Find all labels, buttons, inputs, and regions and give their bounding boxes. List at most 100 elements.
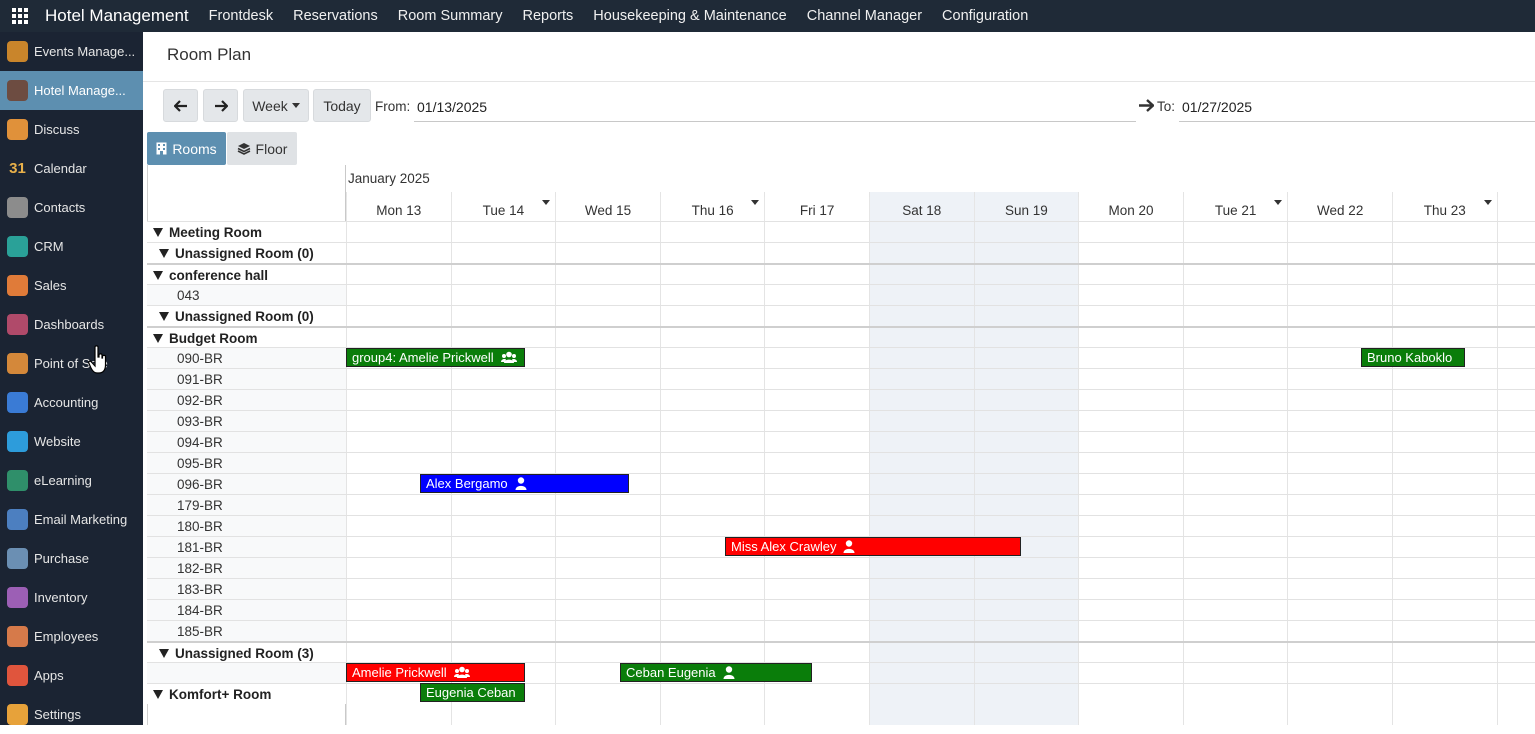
reservation-bar[interactable]: Eugenia Ceban (420, 683, 525, 702)
previous-button[interactable] (163, 89, 198, 122)
sidebar-item-label: Employees (34, 629, 99, 644)
room-group-label[interactable]: Meeting Room (147, 222, 346, 242)
caret-down-icon[interactable] (1483, 200, 1492, 205)
reservation-bar[interactable]: group4: Amelie Prickwell (346, 348, 525, 367)
room-row: 184-BR (147, 599, 1535, 620)
day-header[interactable]: Thu 16 (659, 197, 765, 221)
reservation-bar[interactable]: Bruno Kaboklo (1361, 348, 1465, 367)
collapse-triangle-icon[interactable] (159, 648, 169, 658)
sidebar-item-10[interactable]: Website (0, 422, 143, 461)
room-group-label[interactable]: Unassigned Room (0) (147, 243, 346, 263)
day-header[interactable]: Tue 21 (1182, 197, 1288, 221)
sidebar-item-label: Website (34, 434, 81, 449)
main-content: Room Plan Week Today From: 01/13/2025 To… (143, 32, 1535, 725)
app-icon (7, 587, 28, 608)
day-header[interactable]: Mon 20 (1078, 197, 1183, 221)
sidebar-item-9[interactable]: Accounting (0, 383, 143, 422)
caret-down-icon[interactable] (751, 200, 760, 205)
sidebar-item-label: Purchase (34, 551, 89, 566)
row-label-text: 181-BR (177, 539, 223, 555)
sidebar-item-1[interactable]: Hotel Manage... (0, 71, 143, 110)
today-button[interactable]: Today (313, 89, 371, 122)
sidebar-item-6[interactable]: Sales (0, 266, 143, 305)
menu-reservations[interactable]: Reservations (293, 8, 378, 24)
room-row: 043 (147, 284, 1535, 305)
row-label-text: 043 (177, 287, 200, 303)
row-label-text: 180-BR (177, 518, 223, 534)
room-row: 182-BR (147, 557, 1535, 578)
from-date-input[interactable]: 01/13/2025 (414, 92, 1136, 122)
sidebar-item-0[interactable]: Events Manage... (0, 32, 143, 71)
sidebar-item-14[interactable]: Inventory (0, 578, 143, 617)
sidebar-item-7[interactable]: Dashboards (0, 305, 143, 344)
sidebar-item-3[interactable]: 31 Calendar (0, 149, 143, 188)
day-header[interactable]: Sat 18 (869, 197, 974, 221)
menu-reports[interactable]: Reports (523, 8, 574, 24)
room-label: 093-BR (147, 411, 346, 431)
sidebar-item-5[interactable]: CRM (0, 227, 143, 266)
row-label-text: Meeting Room (169, 224, 262, 240)
day-header[interactable]: Tue 14 (450, 197, 556, 221)
sidebar-item-15[interactable]: Employees (0, 617, 143, 656)
caret-down-icon[interactable] (1274, 200, 1283, 205)
arrow-right-icon (214, 99, 228, 112)
app-brand[interactable]: Hotel Management (45, 6, 189, 26)
room-row: 185-BR (147, 620, 1535, 641)
sidebar-item-11[interactable]: eLearning (0, 461, 143, 500)
top-menu: Frontdesk Reservations Room Summary Repo… (209, 8, 1049, 24)
sidebar-item-17[interactable]: Settings (0, 695, 143, 734)
room-label: 043 (147, 285, 346, 305)
next-button[interactable] (203, 89, 238, 122)
room-label: 096-BR (147, 474, 346, 494)
reservation-bar[interactable]: Alex Bergamo (420, 474, 629, 493)
day-header[interactable]: Sun 19 (973, 197, 1079, 221)
tab-floor[interactable]: Floor (227, 132, 297, 165)
sidebar-item-12[interactable]: Email Marketing (0, 500, 143, 539)
room-group-label[interactable]: Unassigned Room (0) (147, 306, 346, 326)
collapse-triangle-icon[interactable] (153, 227, 163, 237)
day-header[interactable]: Mon 13 (346, 197, 451, 221)
collapse-triangle-icon[interactable] (153, 333, 163, 343)
room-group-label[interactable]: Komfort+ Room (147, 684, 346, 704)
reservation-name: Alex Bergamo (426, 476, 508, 491)
menu-configuration[interactable]: Configuration (942, 8, 1028, 24)
menu-frontdesk[interactable]: Frontdesk (209, 8, 273, 24)
menu-room-summary[interactable]: Room Summary (398, 8, 503, 24)
row-label-text: 096-BR (177, 476, 223, 492)
reservation-bar[interactable]: Amelie Prickwell (346, 663, 525, 682)
sidebar-item-4[interactable]: Contacts (0, 188, 143, 227)
collapse-triangle-icon[interactable] (159, 311, 169, 321)
app-menu-icon[interactable] (0, 0, 40, 32)
day-header[interactable]: Thu 23 (1392, 197, 1497, 221)
day-header[interactable]: F (1496, 197, 1535, 221)
day-header[interactable]: Fri 17 (764, 197, 869, 221)
app-icon (7, 41, 28, 62)
collapse-triangle-icon[interactable] (159, 248, 169, 258)
sidebar-item-2[interactable]: Discuss (0, 110, 143, 149)
reservation-bar[interactable]: Ceban Eugenia (620, 663, 812, 682)
sidebar-item-8[interactable]: Point of Sale (0, 344, 143, 383)
reservation-name: Amelie Prickwell (352, 665, 447, 680)
room-group-label[interactable]: Unassigned Room (3) (147, 643, 346, 663)
tab-rooms[interactable]: Rooms (147, 132, 226, 165)
user-icon (723, 666, 735, 679)
day-header[interactable]: Wed 22 (1287, 197, 1392, 221)
room-label: 184-BR (147, 600, 346, 620)
month-label: January 2025 (348, 171, 430, 186)
menu-channel-manager[interactable]: Channel Manager (807, 8, 922, 24)
collapse-triangle-icon[interactable] (153, 270, 163, 280)
collapse-triangle-icon[interactable] (153, 689, 163, 699)
top-navbar: Hotel Management Frontdesk Reservations … (0, 0, 1535, 32)
room-group-row: Meeting Room (147, 221, 1535, 242)
room-group-label[interactable]: Budget Room (147, 328, 346, 348)
room-group-label[interactable]: conference hall (147, 265, 346, 285)
range-dropdown[interactable]: Week (243, 89, 309, 122)
menu-housekeeping[interactable]: Housekeeping & Maintenance (593, 8, 786, 24)
reservation-bar[interactable]: Miss Alex Crawley (725, 537, 1021, 556)
day-header[interactable]: Wed 15 (555, 197, 660, 221)
caret-down-icon[interactable] (542, 200, 551, 205)
to-date-input[interactable]: 01/27/2025 (1179, 92, 1535, 122)
app-icon (7, 80, 28, 101)
sidebar-item-13[interactable]: Purchase (0, 539, 143, 578)
sidebar-item-16[interactable]: Apps (0, 656, 143, 695)
